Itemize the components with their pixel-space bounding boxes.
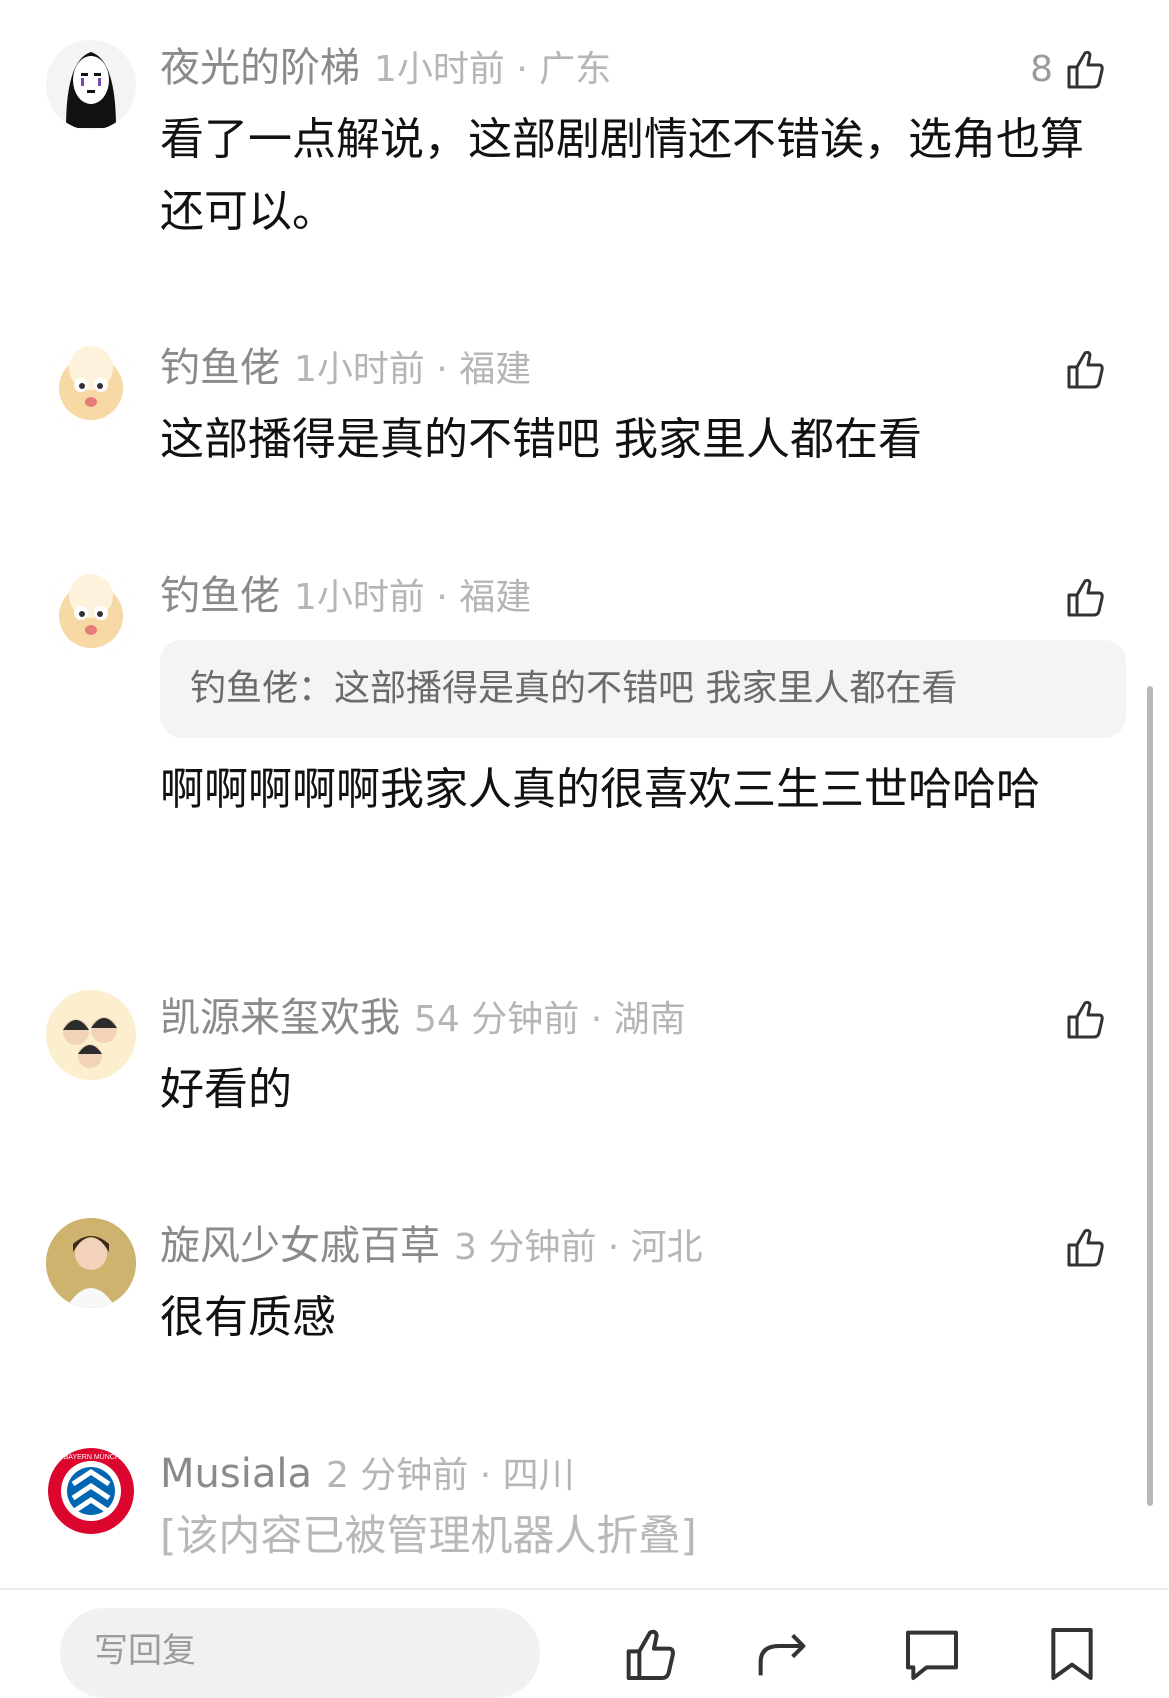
comment-meta: 夜光的阶梯 1小时前 · 广东	[160, 40, 611, 96]
bottom-bar-divider	[0, 1588, 1169, 1590]
bookmark-icon[interactable]	[1040, 1622, 1104, 1686]
share-icon[interactable]	[750, 1622, 814, 1686]
like-button[interactable]	[1061, 342, 1109, 396]
comment-meta: 钓鱼佬 1小时前 · 福建	[160, 568, 531, 624]
username[interactable]: 旋风少女戚百草	[160, 1223, 440, 1269]
username[interactable]: Musiala	[160, 1451, 312, 1497]
like-button[interactable]	[1061, 992, 1109, 1046]
reply-input[interactable]: 写回复	[60, 1608, 540, 1698]
comment-text: 啊啊啊啊啊我家人真的很喜欢三生三世哈哈哈	[160, 764, 1040, 815]
timestamp-location: 1小时前 · 福建	[294, 349, 532, 390]
comment-text: 很有质感	[160, 1292, 336, 1343]
comment-icon[interactable]	[900, 1622, 964, 1686]
fc-bayern-badge-icon: FC BAYERN MÜNCHEN	[48, 1448, 134, 1534]
like-count: 8	[1030, 48, 1053, 90]
timestamp-location: 54 分钟前 · 湖南	[414, 999, 686, 1040]
comment-meta: 旋风少女戚百草 3 分钟前 · 河北	[160, 1218, 703, 1274]
like-button[interactable]	[1061, 1220, 1109, 1274]
username[interactable]: 钓鱼佬	[160, 573, 280, 619]
comment-text: 好看的	[160, 1064, 292, 1115]
timestamp-location: 2 分钟前 · 四川	[325, 1455, 575, 1496]
person-photo-avatar-icon	[46, 1218, 136, 1308]
thumbs-up-icon	[1067, 50, 1104, 89]
username[interactable]: 夜光的阶梯	[160, 45, 360, 91]
scrollbar[interactable]	[1147, 686, 1153, 1506]
comment-meta: 钓鱼佬 1小时前 · 福建	[160, 340, 531, 396]
badge-text: FC BAYERN MÜNCHEN	[52, 1453, 129, 1461]
comment-meta: Musiala 2 分钟前 · 四川	[160, 1446, 575, 1502]
avatar[interactable]	[46, 990, 136, 1080]
comment-text: 这部播得是真的不错吧 我家里人都在看	[160, 414, 922, 465]
avatar[interactable]	[46, 568, 136, 658]
thumbs-up-icon	[1067, 1000, 1104, 1039]
timestamp-location: 3 分钟前 · 河北	[454, 1227, 703, 1268]
username[interactable]: 钓鱼佬	[160, 345, 280, 391]
quoted-comment[interactable]: 钓鱼佬：这部播得是真的不错吧 我家里人都在看	[160, 640, 1126, 738]
thumbs-up-icon	[1067, 350, 1104, 389]
avatar[interactable]	[46, 1218, 136, 1308]
timestamp-location: 1小时前 · 福建	[294, 577, 532, 618]
avatar[interactable]	[46, 340, 136, 430]
thumbs-up-icon	[1067, 1228, 1104, 1267]
avatar[interactable]	[46, 40, 136, 130]
comment-meta: 凯源来玺欢我 54 分钟前 · 湖南	[160, 990, 686, 1046]
avatar[interactable]: FC BAYERN MÜNCHEN	[46, 1446, 136, 1536]
folded-notice[interactable]: [该内容已被管理机器人折叠]	[160, 1506, 697, 1566]
sheep-avatar-icon	[46, 340, 136, 430]
thumbs-up-icon[interactable]	[618, 1622, 682, 1686]
like-button[interactable]: 8	[1030, 42, 1109, 96]
timestamp-location: 1小时前 · 广东	[374, 49, 612, 90]
no-face-avatar-icon	[46, 40, 136, 130]
thumbs-up-icon	[1067, 578, 1104, 617]
group-photo-avatar-icon	[46, 990, 136, 1080]
username[interactable]: 凯源来玺欢我	[160, 995, 400, 1041]
sheep-avatar-icon	[46, 568, 136, 658]
like-button[interactable]	[1061, 570, 1109, 624]
comment-text: 看了一点解说，这部剧剧情还不错诶，选角也算还可以。	[160, 114, 1084, 237]
